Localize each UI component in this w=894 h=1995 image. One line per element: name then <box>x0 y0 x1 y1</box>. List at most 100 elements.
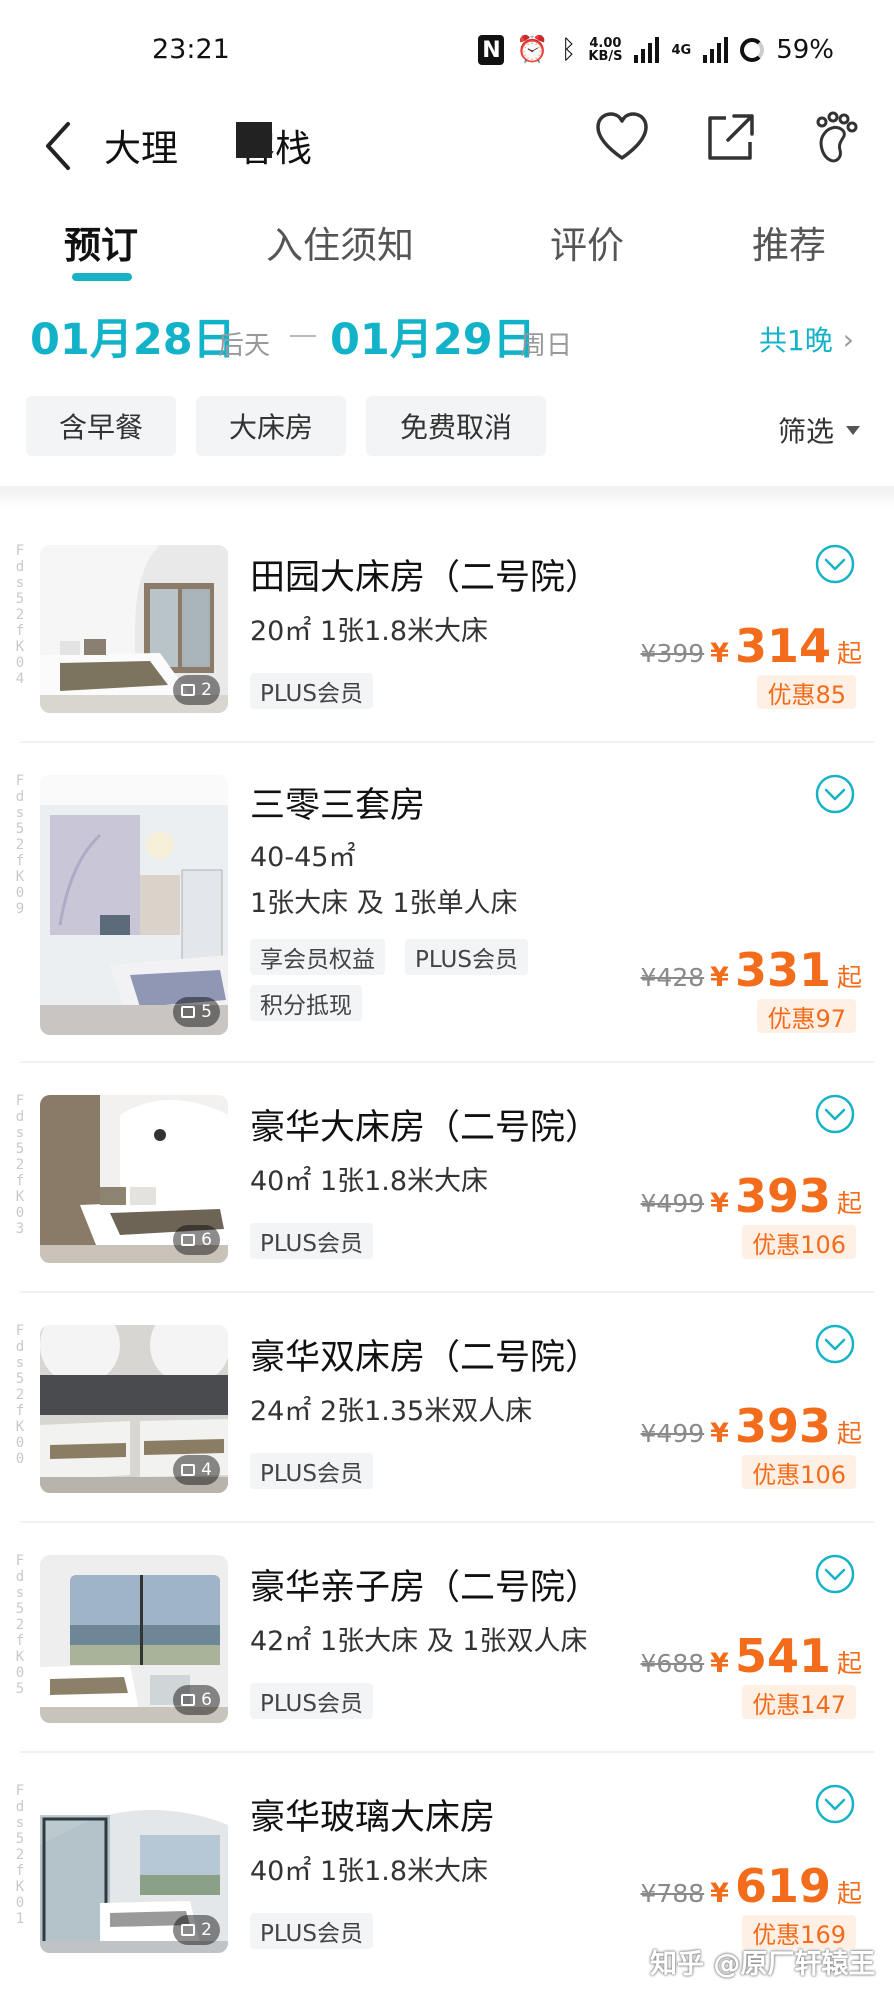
price-line: ¥399 ¥ 314 起 <box>641 619 862 673</box>
room-image[interactable]: 4 <box>40 1325 228 1493</box>
current-price: 393 <box>734 1399 831 1453</box>
back-icon[interactable] <box>38 116 78 176</box>
tag-plus-member: PLUS会员 <box>250 1453 373 1489</box>
watermark: 知乎 @原厂轩辕王 <box>650 1949 876 1980</box>
price-line: ¥499 ¥ 393 起 <box>641 1399 862 1453</box>
tag-plus-member: PLUS会员 <box>250 673 373 709</box>
image-count: 4 <box>201 1460 212 1480</box>
room-card[interactable]: Fds52fK03 6 豪华大床房（二号院） 40㎡ 1张1.8米大床 PLUS… <box>0 1063 894 1293</box>
gallery-icon <box>181 1006 196 1018</box>
image-count-badge: 4 <box>173 1455 220 1485</box>
currency: ¥ <box>710 1878 729 1909</box>
discount-badge: 优惠85 <box>757 675 856 709</box>
net-speed: 4.00 KB/S <box>588 37 622 63</box>
currency: ¥ <box>710 638 729 669</box>
date-separator <box>290 335 316 337</box>
chevron-right-icon: › <box>842 322 854 356</box>
price-suffix: 起 <box>836 639 862 668</box>
image-count: 6 <box>201 1230 212 1250</box>
checkin-day: 后天 <box>218 331 271 361</box>
status-time: 23:21 <box>152 34 230 65</box>
room-name: 豪华亲子房（二号院） <box>250 1568 601 1608</box>
image-count: 6 <box>201 1690 212 1710</box>
nights-label: 共1晚 <box>758 324 833 357</box>
original-price: ¥499 <box>640 1419 705 1448</box>
chevron-down-icon[interactable] <box>814 1553 856 1595</box>
chevron-down-icon[interactable] <box>814 773 856 815</box>
room-spec: 1张大床 及 1张单人床 <box>250 888 518 919</box>
checkout-date[interactable]: 01月29日 <box>330 305 536 367</box>
room-image[interactable]: 2 <box>40 545 228 713</box>
image-count: 2 <box>201 1920 212 1940</box>
room-spec: 24㎡ 2张1.35米双人床 <box>250 1396 533 1427</box>
gallery-icon <box>181 1924 196 1936</box>
original-price: ¥688 <box>640 1649 705 1678</box>
filter-chip-free-cancel[interactable]: 免费取消 <box>366 396 546 456</box>
price-line: ¥428 ¥ 331 起 <box>641 943 862 997</box>
tag-plus-member: PLUS会员 <box>250 1683 373 1719</box>
side-code: Fds52fK09 <box>15 773 25 917</box>
room-card[interactable]: Fds52fK04 2 田园大床房（二号院） 20㎡ 1张1.8米大床 PLUS… <box>0 513 894 743</box>
tab-active-indicator <box>72 273 132 281</box>
discount-badge: 优惠106 <box>742 1455 856 1489</box>
current-price: 541 <box>734 1629 831 1683</box>
share-icon[interactable] <box>700 108 760 168</box>
caret-down-icon <box>846 425 860 435</box>
original-price: ¥499 <box>640 1189 705 1218</box>
room-image[interactable]: 6 <box>40 1555 228 1723</box>
side-code: Fds52fK00 <box>15 1323 25 1467</box>
nfc-icon: N <box>478 35 505 65</box>
tag-member-benefit: 享会员权益 <box>250 939 385 975</box>
original-price: ¥399 <box>640 639 705 668</box>
tab-recommend[interactable]: 推荐 <box>752 215 826 269</box>
favorite-icon[interactable] <box>592 108 652 168</box>
currency: ¥ <box>710 1418 729 1449</box>
room-spec: 40㎡ 1张1.8米大床 <box>250 1166 489 1197</box>
room-image[interactable]: 5 <box>40 775 228 1035</box>
side-code: Fds52fK05 <box>15 1553 25 1697</box>
gallery-icon <box>181 1234 196 1246</box>
room-name: 田园大床房（二号院） <box>250 558 601 598</box>
tab-checkin-notice[interactable]: 入住须知 <box>266 215 414 269</box>
currency: ¥ <box>710 1188 729 1219</box>
chevron-down-icon[interactable] <box>814 1783 856 1825</box>
image-count-badge: 2 <box>173 675 220 705</box>
room-image[interactable]: 2 <box>40 1785 228 1953</box>
chevron-down-icon[interactable] <box>814 543 856 585</box>
tab-bar: 预订 入住须知 评价 推荐 <box>0 205 894 285</box>
status-bar: 23:21 N ⏰ ᛒ 4.00 KB/S 4G 59% <box>0 0 894 100</box>
room-image[interactable]: 6 <box>40 1095 228 1263</box>
hotel-name-part1: 大理 <box>104 127 178 170</box>
current-price: 393 <box>734 1169 831 1223</box>
tab-reviews[interactable]: 评价 <box>550 215 624 269</box>
filter-chip-breakfast[interactable]: 含早餐 <box>26 396 176 456</box>
network-type: 4G <box>671 42 692 58</box>
room-spec: 20㎡ 1张1.8米大床 <box>250 616 489 647</box>
room-spec: 40-45㎡ <box>250 842 356 873</box>
tab-booking[interactable]: 预订 <box>64 215 138 269</box>
room-name: 豪华双床房（二号院） <box>250 1338 601 1378</box>
current-price: 314 <box>734 619 831 673</box>
original-price: ¥788 <box>640 1879 705 1908</box>
filter-button[interactable]: 筛选 <box>778 410 860 450</box>
image-count-badge: 5 <box>173 997 220 1027</box>
tag-plus-member: PLUS会员 <box>250 1223 373 1259</box>
footprint-icon[interactable] <box>808 108 868 168</box>
date-selector[interactable]: 01月28日 后天 01月29日 周日 共1晚 › <box>0 305 894 365</box>
status-icons: N ⏰ ᛒ 4.00 KB/S 4G 59% <box>478 30 834 70</box>
currency: ¥ <box>710 1648 729 1679</box>
nights-count[interactable]: 共1晚 › <box>759 319 854 359</box>
hotel-name: 大理 客栈 <box>104 118 312 172</box>
checkin-date[interactable]: 01月28日 <box>30 305 236 367</box>
filter-chip-bigbed[interactable]: 大床房 <box>196 396 346 456</box>
side-code: Fds52fK03 <box>15 1093 25 1237</box>
chevron-down-icon[interactable] <box>814 1323 856 1365</box>
chevron-down-icon[interactable] <box>814 1093 856 1135</box>
room-card[interactable]: Fds52fK00 4 豪华双床房（二号院） 24㎡ 2张1.35米双人床 PL… <box>0 1293 894 1523</box>
gallery-icon <box>181 1464 196 1476</box>
gallery-icon <box>181 684 196 696</box>
room-name: 豪华玻璃大床房 <box>250 1798 496 1838</box>
room-card[interactable]: Fds52fK05 6 豪华亲子房（二号院） 42㎡ 1张大床 及 1张双人床 … <box>0 1523 894 1753</box>
room-card[interactable]: Fds52fK09 5 三零三套房 40-45㎡ 1张大床 及 1张单人床 享会… <box>0 743 894 1063</box>
original-price: ¥428 <box>640 963 705 992</box>
